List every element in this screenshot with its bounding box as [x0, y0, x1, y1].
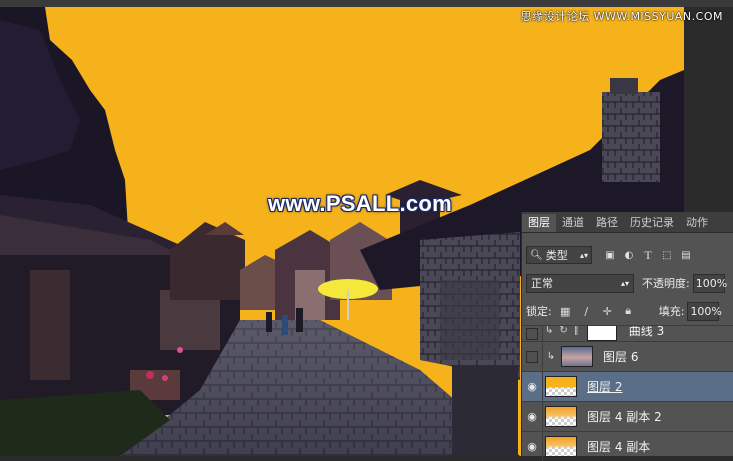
blend-mode-value: 正常: [531, 277, 553, 290]
lock-pixels-brush-icon[interactable]: ∕: [580, 305, 593, 318]
lock-label: 锁定:: [526, 305, 552, 318]
lock-icons: ▦ ∕ ✛ 🔒︎: [559, 304, 635, 318]
blend-mode-select[interactable]: 正常 ▴▾: [526, 273, 634, 293]
window-top-edge: [0, 0, 733, 7]
hidden-visibility-box: [526, 350, 538, 363]
tab-layers[interactable]: 图层: [522, 214, 556, 232]
lock-position-move-icon[interactable]: ✛: [601, 305, 614, 318]
tab-actions[interactable]: 动作: [680, 214, 714, 232]
watermark-top-right: 思缘设计论坛 WWW.MISSYUAN.COM: [520, 10, 723, 23]
layer-row-layer-4-copy[interactable]: ◉ 图层 4 副本: [522, 431, 733, 461]
layer-name: 图层 2: [587, 380, 623, 394]
layer-thumbnail: [561, 346, 593, 367]
visibility-toggle[interactable]: [522, 342, 543, 371]
visibility-toggle[interactable]: [522, 326, 543, 341]
eye-icon: ◉: [527, 410, 537, 423]
layer-name: 图层 4 副本 2: [587, 410, 662, 424]
opacity-field[interactable]: 100%: [692, 273, 727, 293]
smart-object-filter-icon[interactable]: ▤: [680, 249, 692, 261]
layers-panel: 图层 通道 路径 历史记录 动作 🔍︎ 类型 ▴▾ ▣ ◐ T ⬚ ▤ 正常 ▴…: [521, 212, 733, 461]
layer-row-curves-3[interactable]: ↳ ↻ ∥ 曲线 3: [522, 325, 733, 341]
kind-filter-select[interactable]: 🔍︎ 类型 ▴▾: [526, 246, 592, 264]
blend-row: 正常 ▴▾ 不透明度: 100%: [526, 273, 733, 293]
layer-mask-thumbnail: [586, 326, 617, 341]
filter-row: 🔍︎ 类型 ▴▾ ▣ ◐ T ⬚ ▤: [526, 245, 730, 265]
visibility-toggle[interactable]: ◉: [522, 432, 543, 461]
layer-thumbnail: [545, 376, 577, 397]
lock-transparency-icon[interactable]: ▦: [559, 305, 572, 318]
fill-field[interactable]: 100%: [687, 301, 722, 321]
filter-icons: ▣ ◐ T ⬚ ▤: [604, 248, 692, 262]
tab-paths[interactable]: 路径: [590, 214, 624, 232]
link-chain-icon: ∥: [573, 325, 579, 336]
type-filter-icon[interactable]: T: [642, 248, 654, 262]
layer-name: 曲线 3: [628, 325, 665, 338]
curves-adjustment-icon: ↻: [559, 325, 568, 336]
search-icon: 🔍︎: [530, 249, 543, 261]
tab-history[interactable]: 历史记录: [624, 214, 680, 232]
visibility-toggle[interactable]: ◉: [522, 402, 543, 431]
watermark-center: www.PSALL.com: [268, 191, 452, 216]
panel-tabs: 图层 通道 路径 历史记录 动作: [522, 212, 733, 233]
layer-row-layer-2[interactable]: ◉ 图层 2: [522, 371, 733, 401]
eye-icon: ◉: [527, 380, 537, 393]
layer-name: 图层 4 副本: [587, 440, 651, 454]
layer-thumbnail: [545, 436, 577, 457]
layer-name: 图层 6: [603, 350, 639, 364]
updown-arrow-icon: ▴▾: [579, 250, 588, 260]
tab-channels[interactable]: 通道: [556, 214, 590, 232]
eye-icon: ◉: [527, 440, 537, 453]
layer-thumbnail: [545, 406, 577, 427]
opacity-label: 不透明度:: [642, 277, 690, 290]
adjustment-filter-icon[interactable]: ◐: [623, 249, 635, 261]
fill-label: 填充:: [658, 305, 685, 318]
lock-all-icon[interactable]: 🔒︎: [622, 304, 635, 318]
layer-row-layer-6[interactable]: ↳ 图层 6: [522, 341, 733, 371]
clip-arrow-icon: ↳: [545, 325, 554, 336]
clip-arrow-icon: ↳: [546, 351, 556, 362]
visibility-toggle[interactable]: ◉: [522, 372, 543, 401]
kind-filter-label: 类型: [545, 249, 568, 262]
layer-row-layer-4-copy-2[interactable]: ◉ 图层 4 副本 2: [522, 401, 733, 431]
shape-filter-icon[interactable]: ⬚: [661, 249, 673, 261]
layer-list: ↳ ↻ ∥ 曲线 3 ↳ 图层 6 ◉ 图层 2 ◉ 图层 4 副本 2 ◉ 图…: [522, 325, 733, 461]
updown-arrow-icon: ▴▾: [620, 278, 629, 288]
image-filter-icon[interactable]: ▣: [604, 249, 616, 261]
adjustment-layer-info: ↳ ↻ ∥ 曲线 3: [545, 325, 665, 341]
lock-row: 锁定: ▦ ∕ ✛ 🔒︎ 填充: 100%: [526, 301, 733, 321]
hidden-visibility-box: [526, 327, 538, 340]
